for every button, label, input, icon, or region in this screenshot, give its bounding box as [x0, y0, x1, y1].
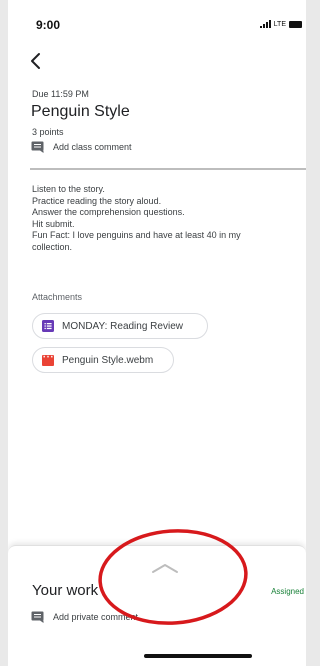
status-time: 9:00	[36, 18, 61, 32]
your-work-title: Your work	[32, 582, 99, 599]
instruction-line: Practice reading the story aloud.	[32, 195, 162, 206]
instruction-line: Answer the comprehension questions.	[32, 207, 185, 217]
comment-icon	[31, 611, 44, 623]
add-private-comment-label: Add private comment	[53, 612, 139, 622]
phone-screen: 9:00 LTE Due 11:59 PM Penguin Style 3 po…	[8, 0, 306, 666]
attachment-chip-video[interactable]: Penguin Style.webm	[32, 347, 174, 373]
due-time: Due 11:59 PM	[32, 89, 89, 99]
instruction-line: Hit submit.	[32, 218, 75, 229]
attachments-heading: Attachments	[32, 292, 83, 302]
video-icon	[42, 354, 54, 366]
assignment-points: 3 points	[32, 127, 64, 137]
instruction-line: Listen to the story.	[32, 184, 105, 194]
attachment-chip-forms[interactable]: MONDAY: Reading Review	[32, 313, 208, 339]
home-indicator[interactable]	[144, 654, 252, 658]
comment-icon	[31, 141, 44, 153]
status-indicators: LTE	[259, 20, 302, 28]
assignment-title: Penguin Style	[31, 103, 130, 120]
add-class-comment-button[interactable]: Add class comment	[31, 141, 132, 153]
back-arrow-icon[interactable]	[26, 50, 48, 72]
attachment-label: MONDAY: Reading Review	[62, 320, 183, 332]
add-private-comment-button[interactable]: Add private comment	[31, 611, 138, 623]
chevron-up-icon[interactable]	[150, 562, 180, 574]
status-badge: Assigned	[271, 587, 304, 596]
add-class-comment-label: Add class comment	[53, 142, 132, 152]
forms-icon	[42, 320, 54, 332]
signal-icon	[259, 20, 271, 28]
battery-icon	[289, 20, 302, 28]
network-label: LTE	[273, 20, 286, 28]
status-bar: 9:00 LTE	[8, 0, 306, 44]
instructions: Listen to the story. Practice reading th…	[32, 184, 302, 253]
attachment-label: Penguin Style.webm	[62, 354, 154, 366]
instruction-line: Fun Fact: I love penguins and have at le…	[32, 230, 241, 252]
divider	[30, 168, 306, 170]
